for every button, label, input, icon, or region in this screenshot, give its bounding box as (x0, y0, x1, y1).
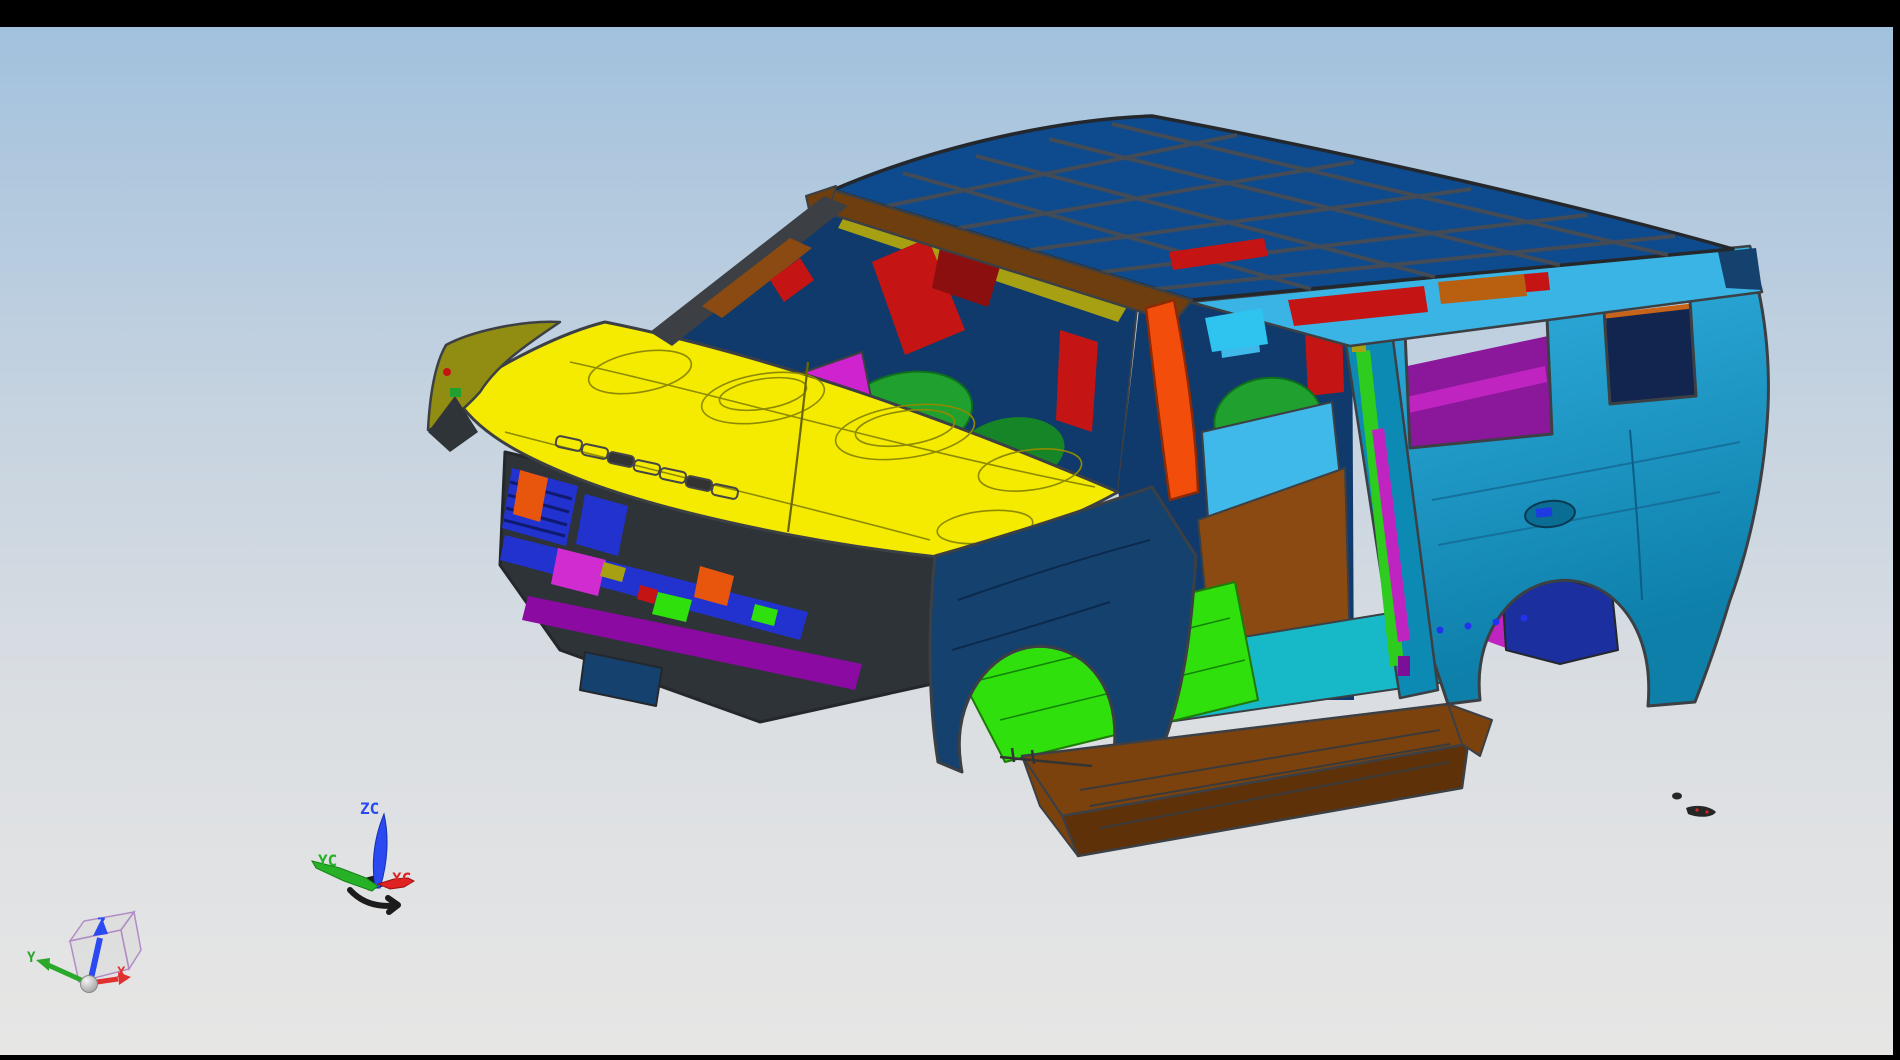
view-x-label: X (117, 965, 126, 981)
graphics-viewport[interactable]: ZC YC XC Z Y X (0, 0, 1900, 1060)
door-handle-latch (1536, 507, 1553, 518)
b-pillar-purple-bit (1398, 656, 1410, 676)
wcs-z-label: ZC (360, 799, 379, 818)
view-z-label: Z (97, 916, 105, 932)
wcs-y-label: YC (318, 851, 337, 870)
pillar-inner-red-right[interactable] (1056, 330, 1098, 432)
debris-dot[interactable] (1672, 793, 1682, 800)
debris-red-dot-1 (1695, 808, 1698, 811)
wcs-x-label: XC (392, 869, 411, 888)
cad-application-window: ZC YC XC Z Y X (0, 0, 1900, 1060)
debris-red-dot-2 (1705, 810, 1708, 813)
top-letterbox-bar (0, 0, 1900, 27)
cowl-green-bit (450, 388, 461, 397)
cowl-red-dot (443, 368, 451, 376)
view-origin-sphere[interactable] (81, 976, 98, 993)
view-y-label: Y (27, 950, 36, 966)
bottom-letterbox-bar (0, 1055, 1900, 1060)
quarter-window-interior[interactable] (1606, 306, 1695, 408)
right-letterbox-bar (1893, 0, 1900, 1060)
